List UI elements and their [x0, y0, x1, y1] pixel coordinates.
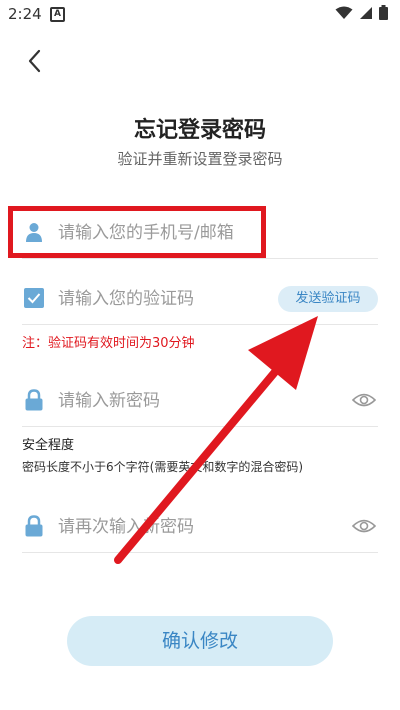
- confirm-change-button[interactable]: 确认修改: [67, 616, 333, 666]
- strength-title: 安全程度: [22, 438, 75, 453]
- battery-icon: [379, 5, 388, 20]
- verification-code-field: 发送验证码: [22, 272, 378, 325]
- status-icons: [335, 5, 388, 20]
- wifi-icon: [335, 6, 353, 19]
- verification-code-input[interactable]: [56, 284, 300, 314]
- lock-icon: [25, 389, 43, 411]
- notification-icon: A: [50, 7, 65, 22]
- eye-icon[interactable]: [352, 391, 376, 409]
- eye-icon[interactable]: [352, 517, 376, 535]
- code-validity-note: 注：验证码有效时间为30分钟: [22, 336, 195, 351]
- checkbox-icon: [24, 288, 44, 308]
- send-code-button[interactable]: 发送验证码: [278, 286, 378, 312]
- confirm-password-field: [22, 500, 378, 553]
- new-password-field: [22, 374, 378, 427]
- page-subtitle: 验证并重新设置登录密码: [117, 150, 283, 168]
- strength-description: 密码长度不小于6个字符(需要英文和数字的混合密码): [22, 460, 304, 474]
- annotation-arrow: [114, 316, 318, 564]
- page-title: 忘记登录密码: [133, 118, 266, 143]
- confirm-password-input[interactable]: [56, 512, 300, 542]
- signal-icon: [360, 6, 372, 19]
- highlight-box: [8, 206, 266, 258]
- new-password-input[interactable]: [56, 386, 300, 416]
- lock-icon: [25, 515, 43, 537]
- back-arrow-icon[interactable]: [22, 46, 50, 76]
- status-bar: 2:24 A: [0, 0, 400, 28]
- status-time: 2:24: [8, 5, 42, 23]
